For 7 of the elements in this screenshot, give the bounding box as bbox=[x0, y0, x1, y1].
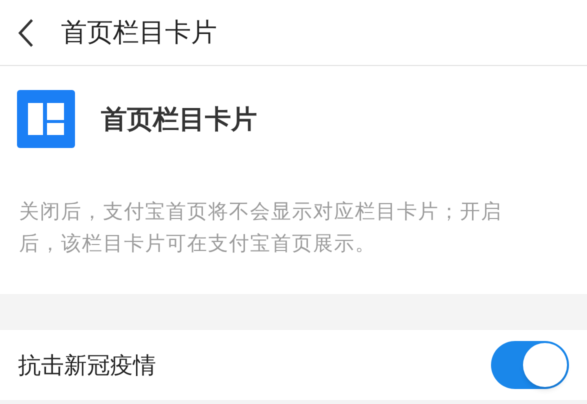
card-title: 首页栏目卡片 bbox=[101, 102, 257, 136]
setting-label: 抗击新冠疫情 bbox=[18, 350, 156, 380]
card-layout-icon bbox=[17, 90, 75, 148]
page-title: 首页栏目卡片 bbox=[61, 16, 217, 49]
description-text: 关闭后，支付宝首页将不会显示对应栏目卡片；开启后，该栏目卡片可在支付宝首页展示。 bbox=[19, 200, 503, 257]
toggle-switch[interactable] bbox=[491, 341, 569, 389]
back-icon[interactable] bbox=[17, 18, 35, 48]
